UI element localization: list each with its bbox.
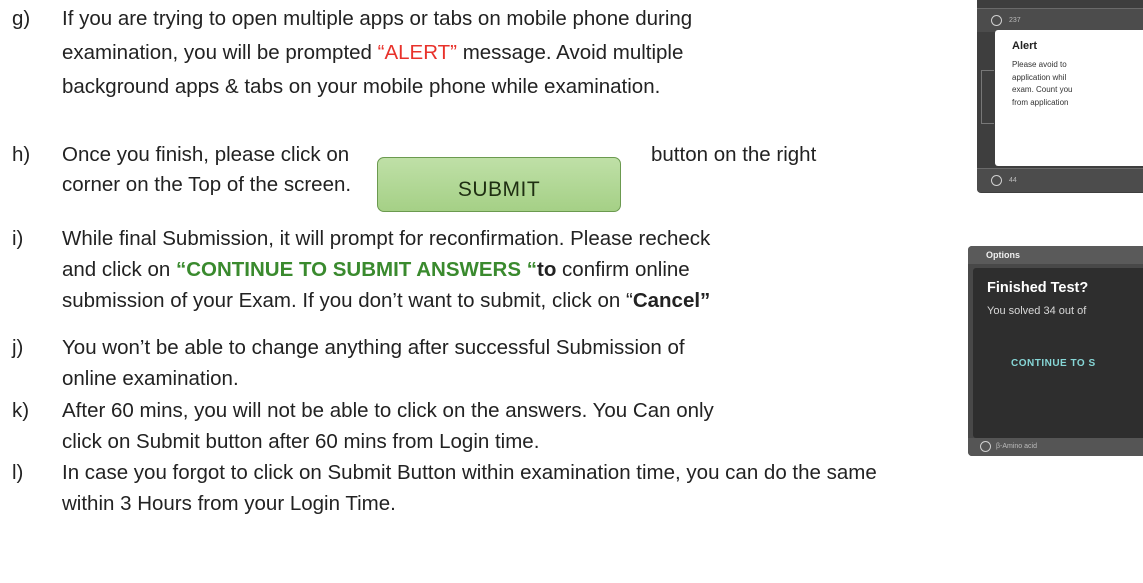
option-label: 237	[1009, 17, 1021, 24]
text-segment: In case you forgot to click on Submit Bu…	[62, 461, 877, 484]
finish-test-screenshot: Options Finished Test? You solved 34 out…	[968, 246, 1143, 456]
alert-keyword: “ALERT”	[377, 41, 457, 64]
continue-to-submit-button[interactable]: CONTINUE TO S	[1011, 358, 1096, 369]
continue-keyword: “CONTINUE TO SUBMIT ANSWERS “	[175, 258, 537, 281]
instruction-line: examination, you will be prompted “ALERT…	[62, 38, 683, 68]
item-letter: k)	[12, 399, 30, 422]
text-segment: After 60 mins, you will not be able to c…	[62, 399, 714, 422]
instruction-line: While final Submission, it will prompt f…	[62, 224, 710, 254]
instruction-line: submission of your Exam. If you don’t wa…	[62, 286, 710, 316]
instruction-line: and click on “CONTINUE TO SUBMIT ANSWERS…	[62, 255, 690, 285]
finish-test-dialog: Finished Test? You solved 34 out of CONT…	[973, 268, 1143, 438]
item-letter: h)	[12, 143, 31, 166]
instruction-line: In case you forgot to click on Submit Bu…	[62, 458, 877, 488]
finish-message: You solved 34 out of	[987, 305, 1087, 317]
radio-icon	[991, 15, 1002, 26]
instruction-line: click on Submit button after 60 mins fro…	[62, 427, 539, 457]
answer-option-bottom: 44	[977, 168, 1143, 192]
alert-dialog: Alert Please avoid to application whil e…	[995, 30, 1143, 166]
instruction-line: Once you finish, please click on	[62, 140, 349, 170]
text-segment: While final Submission, it will prompt f…	[62, 227, 711, 250]
text-segment: You won’t be able to change anything aft…	[62, 336, 685, 359]
submit-button[interactable]: SUBMIT	[377, 157, 621, 212]
radio-icon	[980, 441, 991, 452]
instruction-line: within 3 Hours from your Login Time.	[62, 489, 396, 519]
text-segment: examination, you will be prompted	[62, 41, 378, 64]
text-segment: online examination.	[62, 367, 239, 390]
instruction-line: background apps & tabs on your mobile ph…	[62, 72, 660, 102]
item-letter: i)	[12, 227, 24, 250]
text-segment: confirm online	[556, 258, 690, 281]
instruction-line: If you are trying to open multiple apps …	[62, 4, 692, 34]
text-segment: corner on the Top of the screen.	[62, 173, 352, 196]
submit-button-label: SUBMIT	[457, 177, 541, 201]
options-header: Options	[968, 246, 1143, 264]
item-letter: l)	[12, 461, 24, 484]
background-bracket	[981, 70, 994, 124]
answer-option-top: 237	[977, 8, 1143, 32]
text-segment: and click on	[62, 258, 176, 281]
option-label: β-Amino acid	[996, 443, 1037, 450]
instruction-line: After 60 mins, you will not be able to c…	[62, 396, 714, 426]
instruction-line: online examination.	[62, 364, 239, 394]
text-segment: click on Submit button after 60 mins fro…	[62, 430, 540, 453]
instruction-line: corner on the Top of the screen.	[62, 170, 351, 200]
alert-screenshot: 237 44 Alert Please avoid to application…	[977, 0, 1143, 193]
text-segment: If you are trying to open multiple apps …	[62, 7, 693, 30]
text-segment: within 3 Hours from your Login Time.	[62, 492, 396, 515]
text-segment: Once you finish, please click on	[62, 143, 350, 166]
alert-title: Alert	[1012, 40, 1038, 52]
answer-option: β-Amino acid	[968, 438, 1143, 456]
option-label: 44	[1009, 177, 1017, 184]
text-segment: message. Avoid multiple	[457, 41, 684, 64]
alert-message: Please avoid to application whil exam. C…	[1012, 60, 1073, 107]
text-segment: submission of your Exam. If you don’t wa…	[62, 289, 633, 312]
item-letter: j)	[12, 336, 24, 359]
bold-text: to	[537, 258, 557, 281]
text-segment: background apps & tabs on your mobile ph…	[62, 75, 661, 98]
instruction-line: You won’t be able to change anything aft…	[62, 333, 685, 363]
item-letter: g)	[12, 7, 31, 30]
radio-icon	[991, 175, 1002, 186]
cancel-keyword: Cancel”	[632, 289, 711, 312]
after-button-text: button on the right	[651, 143, 817, 166]
finish-title: Finished Test?	[987, 280, 1089, 296]
